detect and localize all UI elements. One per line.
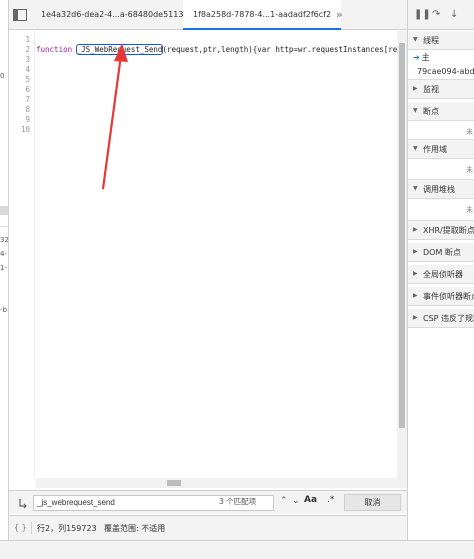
caret-right-icon: ▶ xyxy=(413,226,418,233)
empty-text: 未 xyxy=(466,166,473,174)
vertical-scrollbar[interactable] xyxy=(397,31,407,478)
line-number[interactable]: 7 xyxy=(25,95,30,104)
caret-right-icon: ▶ xyxy=(413,314,418,321)
code-line-2[interactable]: function _JS_WebRequest_Send(request,ptr… xyxy=(36,44,397,55)
section-label: 调用堆栈 xyxy=(423,185,455,194)
navigator-fragment: 32 xyxy=(0,236,9,244)
caret-right-icon: ▶ xyxy=(413,248,418,255)
section-label: 断点 xyxy=(423,107,439,116)
line-number[interactable]: 4 xyxy=(25,65,30,74)
cursor-position: 行2，列159723 xyxy=(37,524,97,533)
section-call-stack[interactable]: ▼ 调用堆栈 xyxy=(408,180,474,199)
section-xhr-breakpoints[interactable]: ▶ XHR/提取断点 xyxy=(408,221,474,240)
caret-right-icon: ▶ xyxy=(413,292,418,299)
line-number[interactable]: 8 xyxy=(25,105,30,114)
status-bar: { } 行2，列159723 覆盖范围: 不适用 xyxy=(9,515,407,540)
thread-worker[interactable]: 79cae094-abd xyxy=(417,67,474,76)
navigator-fragment: -b xyxy=(0,306,7,314)
pretty-print-icon[interactable]: { } xyxy=(14,523,27,532)
pause-icon[interactable]: ❚❚ xyxy=(414,9,431,20)
code-rest: (request,ptr,length){var http=wr.request… xyxy=(162,45,397,54)
step-over-icon[interactable]: ↷ xyxy=(432,9,440,20)
navigator-fragment: 1- xyxy=(0,264,7,272)
replace-toggle-icon[interactable] xyxy=(17,497,29,509)
search-bar: _js_webrequest_send 3 个匹配项 ⌃ ⌄ Aa .* 取消 xyxy=(9,490,407,514)
horizontal-scrollbar[interactable] xyxy=(36,478,397,488)
thread-main[interactable]: ➔ 主 xyxy=(413,52,430,63)
match-case-button[interactable]: Aa xyxy=(304,495,317,505)
code-view[interactable]: 1 2 3 4 5 6 7 8 9 10 function _JS_WebReq… xyxy=(9,31,397,478)
section-csp-violations[interactable]: ▶ CSP 违反了规定 xyxy=(408,309,474,328)
line-number[interactable]: 6 xyxy=(25,85,30,94)
caret-down-icon: ▼ xyxy=(413,107,418,114)
section-label: CSP 违反了规定 xyxy=(423,314,474,323)
line-number[interactable]: 3 xyxy=(25,55,30,64)
section-label: 作用域 xyxy=(423,145,447,154)
bottom-drawer-edge xyxy=(0,540,474,559)
section-label: 全局侦听器 xyxy=(423,270,463,279)
next-match-icon[interactable]: ⌄ xyxy=(292,496,300,506)
debugger-toolbar: ❚❚ ↷ ↓ xyxy=(408,0,474,30)
call-stack-body: 未 xyxy=(408,199,474,221)
section-breakpoints[interactable]: ▼ 断点 xyxy=(408,102,474,121)
section-label: 事件侦听器断点 xyxy=(423,292,474,301)
step-into-icon[interactable]: ↓ xyxy=(450,9,458,20)
section-global-listeners[interactable]: ▶ 全局侦听器 xyxy=(408,265,474,284)
line-number[interactable]: 9 xyxy=(25,115,30,124)
more-tabs-icon[interactable]: » xyxy=(336,8,343,21)
section-dom-breakpoints[interactable]: ▶ DOM 断点 xyxy=(408,243,474,262)
caret-down-icon: ▼ xyxy=(413,185,418,192)
editor-area: 1e4a32d6-dea2-4...a-68480de5113a 1f8a258… xyxy=(9,0,407,540)
previous-match-icon[interactable]: ⌃ xyxy=(280,496,288,506)
empty-text: 未 xyxy=(466,128,473,136)
navigator-selected-row[interactable] xyxy=(0,206,8,215)
match-count: 3 个匹配项 xyxy=(219,497,257,506)
section-label: XHR/提取断点 xyxy=(423,226,474,235)
current-thread-arrow-icon: ➔ xyxy=(413,53,420,62)
divider xyxy=(0,226,8,227)
section-event-listener-breakpoints[interactable]: ▶ 事件侦听器断点 xyxy=(408,287,474,306)
code-keyword: function xyxy=(36,45,77,54)
coverage-status: 覆盖范围: 不适用 xyxy=(104,524,166,533)
navigator-fragment: 4- xyxy=(0,250,7,258)
divider xyxy=(31,522,32,534)
navigator-fragment: 0 xyxy=(0,72,5,80)
debugger-sidebar: ❚❚ ↷ ↓ ▼ 线程 ➔ 主 79cae094-abd ▶ 监视 ▼ 断点 未 … xyxy=(407,0,474,540)
regex-button[interactable]: .* xyxy=(327,495,334,505)
breakpoints-body: 未 xyxy=(408,121,474,140)
section-threads[interactable]: ▼ 线程 xyxy=(408,31,474,50)
empty-text: 未 xyxy=(466,206,473,214)
red-arrow-annotation xyxy=(101,43,128,190)
section-label: DOM 断点 xyxy=(423,248,461,257)
cancel-button[interactable]: 取消 xyxy=(344,494,401,511)
scroll-corner xyxy=(397,478,407,488)
line-number[interactable]: 5 xyxy=(25,75,30,84)
thread-label: 主 xyxy=(421,53,430,62)
tab-file-2[interactable]: 1f8a258d-7878-4...1-aadadf2f6cf2 xyxy=(183,0,342,30)
section-label: 监视 xyxy=(423,85,439,94)
line-number[interactable]: 1 xyxy=(25,35,30,44)
toggle-navigator-icon[interactable] xyxy=(13,9,27,21)
line-number[interactable]: 10 xyxy=(21,125,30,134)
scope-body: 未 xyxy=(408,159,474,180)
line-gutter: 1 2 3 4 5 6 7 8 9 10 xyxy=(9,31,35,478)
tab-file-1[interactable]: 1e4a32d6-dea2-4...a-68480de5113a xyxy=(31,0,198,30)
line-number[interactable]: 2 xyxy=(25,45,30,54)
caret-right-icon: ▶ xyxy=(413,270,418,277)
caret-down-icon: ▼ xyxy=(413,145,418,152)
caret-right-icon: ▶ xyxy=(413,85,418,92)
section-label: 线程 xyxy=(423,36,439,45)
section-scope[interactable]: ▼ 作用域 xyxy=(408,140,474,159)
editor-tabbar: 1e4a32d6-dea2-4...a-68480de5113a 1f8a258… xyxy=(9,0,407,30)
scroll-thumb[interactable] xyxy=(399,43,405,428)
devtools-sources-window: 0 32 4- 1- -b 1e4a32d6-dea2-4...a-68480d… xyxy=(0,0,474,559)
navigator-pane: 0 32 4- 1- -b xyxy=(0,0,9,540)
scroll-thumb[interactable] xyxy=(167,480,181,486)
threads-list: ➔ 主 79cae094-abd xyxy=(408,50,474,80)
section-watch[interactable]: ▶ 监视 xyxy=(408,80,474,99)
caret-down-icon: ▼ xyxy=(413,36,418,43)
